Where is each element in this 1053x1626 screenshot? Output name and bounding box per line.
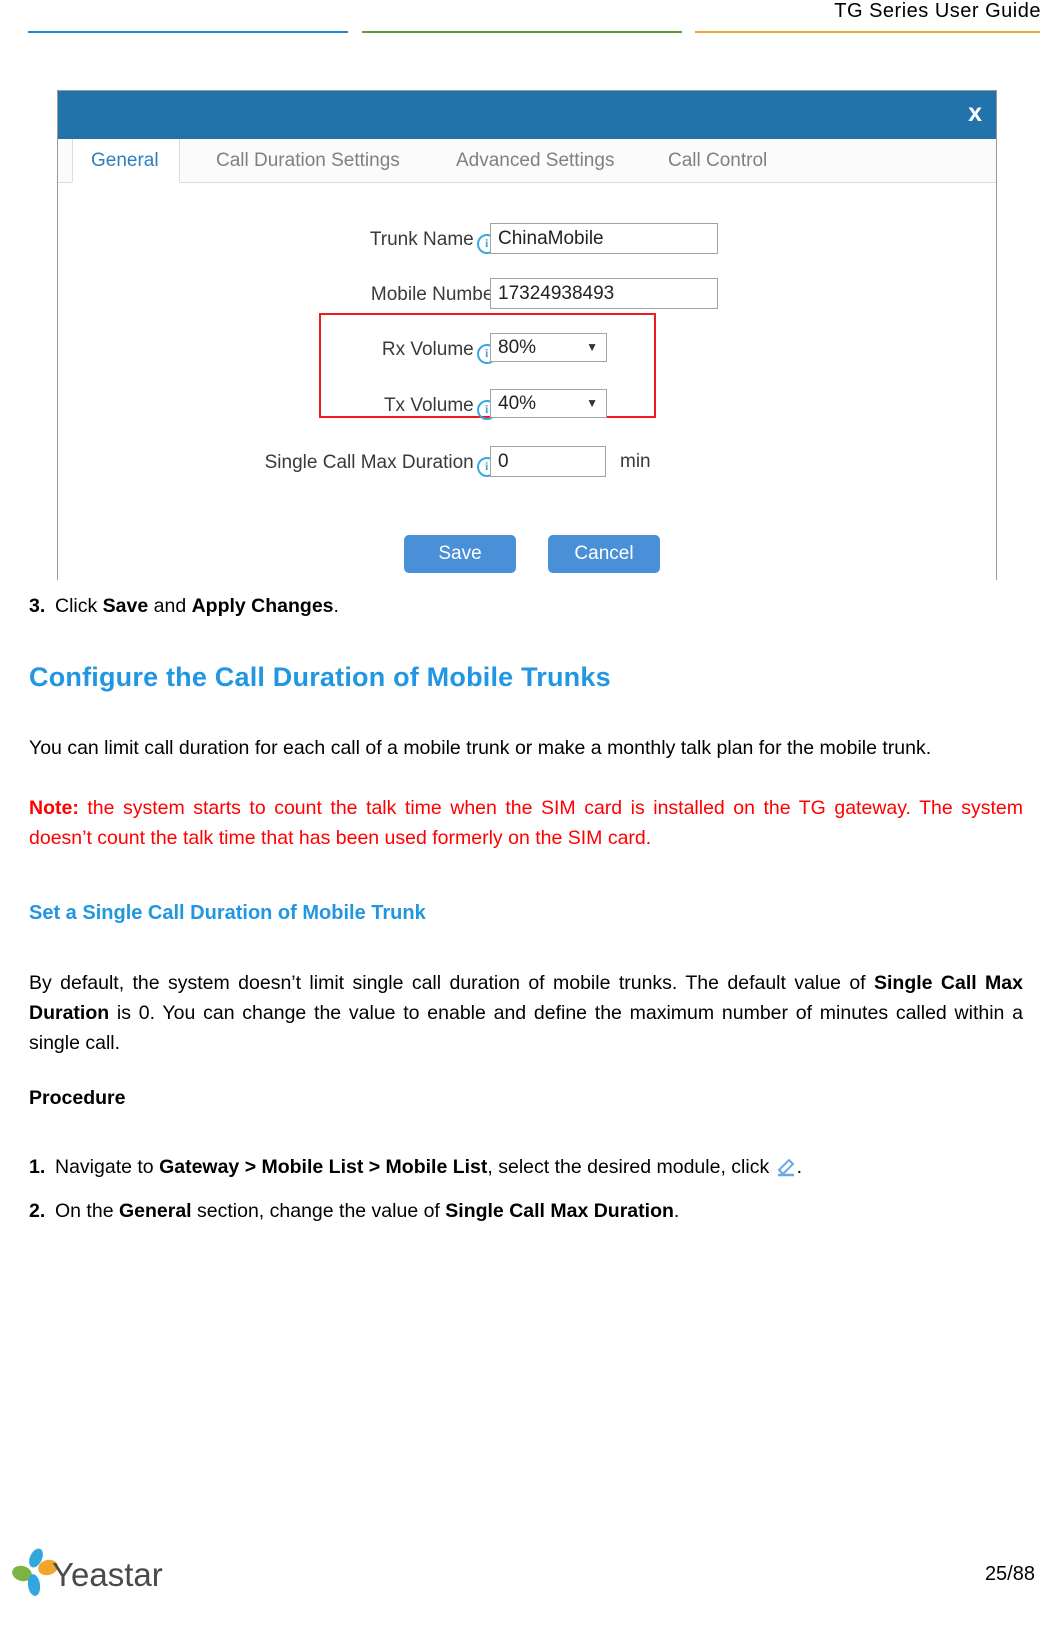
step-2: 2. On the General section, change the val…	[29, 1196, 1023, 1226]
trunk-name-input[interactable]: ChinaMobile	[490, 223, 718, 254]
cancel-button[interactable]: Cancel	[548, 535, 660, 573]
close-icon[interactable]: x	[968, 98, 982, 128]
single-call-max-duration-label: Single Call Max Durationi:	[108, 446, 508, 480]
step-1: 1. Navigate to Gateway > Mobile List > Mo…	[29, 1152, 1023, 1182]
edit-pencil-icon[interactable]	[775, 1156, 797, 1177]
header-rule-blue	[28, 31, 348, 33]
field-row-trunk-name: Trunk Namei: ChinaMobile	[58, 223, 996, 257]
page-number: 25/88	[984, 1563, 1035, 1585]
single-call-max-duration-input[interactable]: 0	[490, 446, 606, 477]
subsection-heading: Set a Single Call Duration of Mobile Tru…	[29, 902, 426, 924]
note-block: Note: the system starts to count the tal…	[29, 793, 1023, 853]
brand-name: Yeastar	[52, 1556, 163, 1593]
procedure-heading: Procedure	[29, 1087, 126, 1109]
tab-general[interactable]: General	[72, 139, 180, 183]
dialog-tabbar: General Call Duration Settings Advanced …	[58, 139, 996, 183]
chevron-down-icon[interactable]: ▼	[586, 390, 598, 417]
mobile-number-label: Mobile Number:	[370, 284, 508, 305]
tab-advanced-settings[interactable]: Advanced Settings	[438, 139, 632, 183]
header-rule-amber	[695, 31, 1040, 33]
dialog-button-row: Save Cancel	[58, 535, 996, 573]
tx-volume-label: Tx Volumei:	[208, 389, 508, 423]
note-text: the system starts to count the talk time…	[29, 797, 1023, 849]
rx-volume-value: 80%	[498, 337, 537, 358]
tx-volume-value: 40%	[498, 393, 537, 414]
general-form: Trunk Namei: ChinaMobile Mobile Number: …	[58, 183, 996, 580]
step-3: 3. Click Save and Apply Changes.	[29, 591, 339, 621]
intro-paragraph: You can limit call duration for each cal…	[29, 737, 932, 759]
field-row-mobile-number: Mobile Number: 17324938493	[58, 278, 996, 312]
mobile-trunk-dialog-screenshot: x General Call Duration Settings Advance…	[57, 90, 997, 580]
field-row-rx-volume: Rx Volumei: 80% ▼	[58, 333, 996, 367]
description-paragraph: By default, the system doesn’t limit sin…	[29, 972, 1023, 1054]
field-row-single-call-max-duration: Single Call Max Durationi: 0 min	[58, 446, 996, 480]
save-button[interactable]: Save	[404, 535, 516, 573]
step-1-number: 1.	[29, 1156, 46, 1178]
note-label: Note:	[29, 797, 79, 819]
step-2-number: 2.	[29, 1200, 46, 1222]
step-3-number: 3.	[29, 595, 46, 617]
duration-unit-label: min	[620, 451, 651, 472]
rx-volume-select[interactable]: 80% ▼	[490, 333, 607, 362]
field-row-tx-volume: Tx Volumei: 40% ▼	[58, 389, 996, 423]
yeastar-logo: Yeastar	[8, 1546, 188, 1606]
trunk-name-label: Trunk Namei:	[208, 223, 508, 257]
dialog-titlebar: x	[58, 91, 996, 139]
header-rule-green	[362, 31, 682, 33]
tab-call-duration-settings[interactable]: Call Duration Settings	[198, 139, 418, 183]
rx-volume-label: Rx Volumei:	[208, 333, 508, 367]
page-header: TG Series User Guide	[0, 0, 1053, 42]
tx-volume-select[interactable]: 40% ▼	[490, 389, 607, 418]
tab-call-control[interactable]: Call Control	[650, 139, 785, 183]
logo-petal-blue-bottom	[26, 1573, 42, 1597]
chevron-down-icon[interactable]: ▼	[586, 334, 598, 361]
mobile-number-input[interactable]: 17324938493	[490, 278, 718, 309]
document-title: TG Series User Guide	[834, 0, 1041, 22]
section-heading: Configure the Call Duration of Mobile Tr…	[29, 662, 611, 692]
